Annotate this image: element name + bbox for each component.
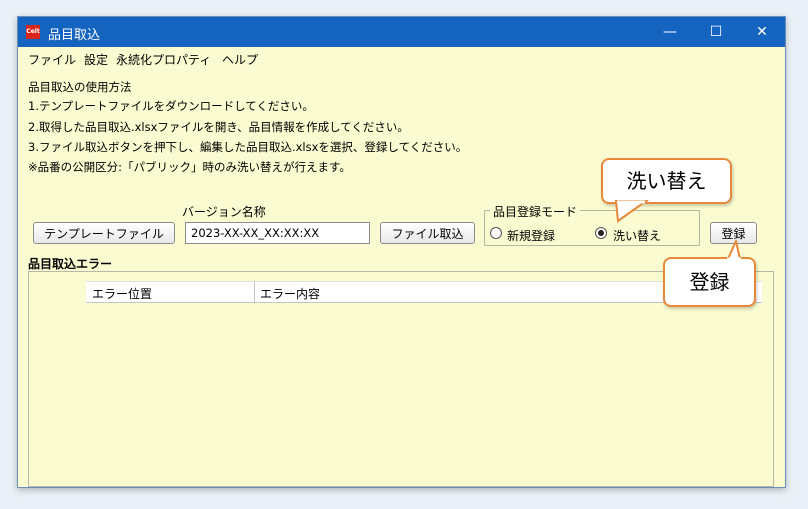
replace-callout-pointer [614,200,650,223]
import-errors-panel [28,271,774,487]
maximize-button[interactable]: ☐ [693,17,739,47]
title-bar[interactable]: Celt 品目取込 — ☐ ✕ [18,17,785,47]
register-callout: 登録 [663,257,756,307]
menu-bar: ファイル 設定 永続化プロパティ ヘルプ [18,47,785,68]
new-registration-label[interactable]: 新規登録 [507,227,555,244]
register-callout-pointer [726,240,742,260]
app-icon: Celt [26,25,40,39]
errors-table-header: エラー位置 エラー内容 [86,281,762,303]
version-label: バージョン名称 [182,205,266,219]
replace-callout: 洗い替え [601,158,732,204]
instruction-heading: 品目取込の使用方法 [28,80,132,94]
import-errors-title: 品目取込エラー [28,257,113,271]
import-window: Celt 品目取込 — ☐ ✕ ファイル 設定 永続化プロパティ ヘルプ 品目取… [17,16,786,488]
registration-mode-label: 品目登録モード [490,203,581,220]
column-separator [254,282,255,302]
instruction-step-1: 1.テンプレートファイルをダウンロードしてください。 [28,99,314,113]
menu-help[interactable]: ヘルプ [222,51,258,68]
column-error-position[interactable]: エラー位置 [92,285,152,302]
radio-selected-dot [598,230,604,236]
menu-file[interactable]: ファイル [28,51,76,68]
template-file-button[interactable]: テンプレートファイル [33,222,175,244]
window-title: 品目取込 [48,28,101,43]
version-name-input[interactable] [185,222,370,244]
menu-settings[interactable]: 設定 [84,51,108,68]
replace-label[interactable]: 洗い替え [613,227,661,244]
instruction-step-3: 3.ファイル取込ボタンを押下し、編集した品目取込.xlsxを選択、登録してくださ… [28,140,468,154]
minimize-button[interactable]: — [647,17,693,47]
file-import-button[interactable]: ファイル取込 [380,222,475,244]
instruction-note: ※品番の公開区分:「パブリック」時のみ洗い替えが行えます。 [28,160,351,174]
menu-persistence-properties[interactable]: 永続化プロパティ [116,51,211,68]
replace-radio[interactable] [595,227,607,239]
column-error-content[interactable]: エラー内容 [260,285,320,302]
close-button[interactable]: ✕ [739,17,785,47]
new-registration-radio[interactable] [490,227,502,239]
instruction-step-2: 2.取得した品目取込.xlsxファイルを開き、品目情報を作成してください。 [28,120,409,134]
